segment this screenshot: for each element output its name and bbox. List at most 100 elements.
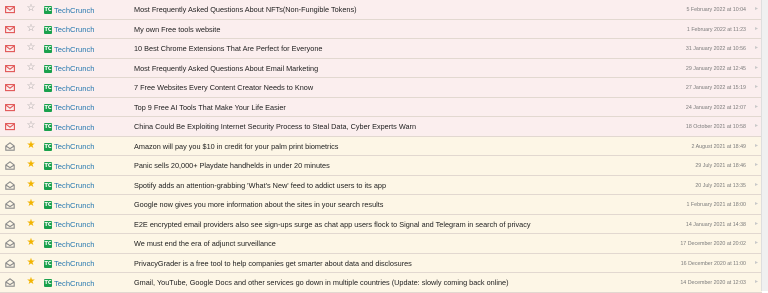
article-title[interactable]: Most Frequently Asked Questions About NF… <box>134 4 357 16</box>
feed-name[interactable]: TechCrunch <box>54 279 95 288</box>
envelope-icon[interactable] <box>5 103 15 112</box>
feed-name[interactable]: TechCrunch <box>54 240 95 249</box>
feed-name[interactable]: TechCrunch <box>54 45 95 54</box>
envelope-icon[interactable] <box>5 44 15 53</box>
feed-link[interactable]: TC TechCrunch <box>44 258 95 270</box>
open-envelope-icon[interactable] <box>5 141 15 151</box>
feed-link[interactable]: TC TechCrunch <box>44 238 95 250</box>
feed-name[interactable]: TechCrunch <box>54 84 95 93</box>
feed-link[interactable]: TC TechCrunch <box>44 43 95 55</box>
article-row[interactable]: ☆ TC TechCrunch China Could Be Exploiting I… <box>0 117 762 137</box>
article-title[interactable]: 10 Best Chrome Extensions That Are Perfe… <box>134 43 322 55</box>
star-filled-icon[interactable]: ★ <box>26 198 36 210</box>
star-outline-icon[interactable]: ☆ <box>26 101 36 113</box>
article-row[interactable]: ☆ TC TechCrunch 7 Free Websites Every Conte… <box>0 78 762 98</box>
article-row[interactable]: ☆ TC TechCrunch My own Free tools website 1 … <box>0 19 762 39</box>
star-outline-icon[interactable]: ☆ <box>26 120 36 132</box>
article-row[interactable]: ★ TC TechCrunch Google now gives you more i… <box>0 195 762 215</box>
open-envelope-icon[interactable] <box>5 239 15 248</box>
article-title[interactable]: Most Frequently Asked Questions About Em… <box>134 63 318 75</box>
star-filled-icon[interactable]: ★ <box>26 159 36 171</box>
article-row[interactable]: ★ TC TechCrunch Panic sells 20,000+ Playdat… <box>0 156 762 176</box>
techcrunch-logo-icon: TC <box>44 162 52 170</box>
feed-link[interactable]: TC TechCrunch <box>44 82 95 94</box>
row-handle-icon: ▸ <box>755 45 759 51</box>
feed-link[interactable]: TC TechCrunch <box>44 24 95 36</box>
feed-link[interactable]: TC TechCrunch <box>44 141 95 153</box>
open-envelope-icon[interactable] <box>5 200 15 209</box>
open-envelope-icon[interactable] <box>5 278 15 287</box>
feed-link[interactable]: TC TechCrunch <box>44 121 95 133</box>
article-date: 16 December 2020 at 11:00 <box>680 260 746 267</box>
scrollbar[interactable] <box>761 0 768 291</box>
feed-link[interactable]: TC TechCrunch <box>44 277 95 289</box>
feed-name[interactable]: TechCrunch <box>54 25 95 34</box>
article-title[interactable]: China Could Be Exploiting Internet Secur… <box>134 121 416 133</box>
article-row[interactable]: ★ TC TechCrunch We must end the era of adju… <box>0 234 762 254</box>
article-title[interactable]: Gmail, YouTube, Google Docs and other se… <box>134 277 509 289</box>
envelope-icon[interactable] <box>5 5 15 14</box>
open-envelope-icon[interactable] <box>5 161 15 170</box>
article-title[interactable]: Google now gives you more information ab… <box>134 199 383 211</box>
article-title[interactable]: 7 Free Websites Every Content Creator Ne… <box>134 82 313 94</box>
open-envelope-icon[interactable] <box>5 219 15 229</box>
article-title[interactable]: My own Free tools website <box>134 24 220 36</box>
feed-link[interactable]: TC TechCrunch <box>44 219 95 231</box>
feed-name[interactable]: TechCrunch <box>54 259 95 268</box>
feed-name[interactable]: TechCrunch <box>54 181 95 190</box>
article-title[interactable]: E2E encrypted email providers also see s… <box>134 219 531 231</box>
article-row[interactable]: ☆ TC TechCrunch Most Frequently Asked Quest… <box>0 58 762 78</box>
feed-name[interactable]: TechCrunch <box>54 220 95 229</box>
article-title[interactable]: Panic sells 20,000+ Playdate handhelds i… <box>134 160 330 172</box>
star-filled-icon[interactable]: ★ <box>26 257 36 269</box>
article-row[interactable]: ★ TC TechCrunch E2E encrypted email provide… <box>0 214 762 234</box>
row-handle-icon: ▸ <box>755 142 759 149</box>
envelope-icon[interactable] <box>5 83 15 92</box>
star-outline-icon[interactable]: ☆ <box>26 62 36 74</box>
feed-link[interactable]: TC TechCrunch <box>44 4 95 16</box>
feed-link[interactable]: TC TechCrunch <box>44 63 95 75</box>
envelope-icon[interactable] <box>5 64 15 73</box>
open-envelope-icon[interactable] <box>5 258 15 268</box>
star-outline-icon[interactable]: ☆ <box>26 3 36 15</box>
feed-name[interactable]: TechCrunch <box>54 123 95 132</box>
article-row[interactable]: ★ TC TechCrunch Amazon will pay you $10 in … <box>0 136 762 156</box>
envelope-icon[interactable] <box>5 122 15 131</box>
article-row[interactable]: ☆ TC TechCrunch 10 Best Chrome Extensions T… <box>0 39 762 59</box>
article-row[interactable]: ☆ TC TechCrunch Top 9 Free AI Tools That Ma… <box>0 97 762 117</box>
article-row[interactable]: ☆ TC TechCrunch Most Frequently Asked Quest… <box>0 0 762 20</box>
techcrunch-logo-icon: TC <box>44 6 52 14</box>
techcrunch-logo-icon: TC <box>44 201 52 209</box>
article-row[interactable]: ★ TC TechCrunch Gmail, YouTube, Google Docs… <box>0 273 762 293</box>
feed-name[interactable]: TechCrunch <box>54 201 95 210</box>
techcrunch-logo-icon: TC <box>44 142 52 151</box>
row-handle-icon: ▸ <box>755 201 759 207</box>
feed-link[interactable]: TC TechCrunch <box>44 199 95 211</box>
star-filled-icon[interactable]: ★ <box>26 276 36 288</box>
article-title[interactable]: Amazon will pay you $10 in credit for yo… <box>134 141 338 153</box>
star-filled-icon[interactable]: ★ <box>26 237 36 249</box>
feed-name[interactable]: TechCrunch <box>54 103 95 112</box>
article-title[interactable]: PrivacyGrader is a free tool to help com… <box>134 258 412 270</box>
feed-name[interactable]: TechCrunch <box>54 142 95 151</box>
star-outline-icon[interactable]: ☆ <box>26 81 36 93</box>
article-title[interactable]: Spotify adds an attention-grabbing 'What… <box>134 180 386 192</box>
article-title[interactable]: We must end the era of adjunct surveilla… <box>134 238 276 250</box>
star-filled-icon[interactable]: ★ <box>26 179 36 191</box>
feed-name[interactable]: TechCrunch <box>54 162 95 171</box>
article-date: 14 December 2020 at 12:03 <box>680 280 746 286</box>
star-outline-icon[interactable]: ☆ <box>26 23 36 35</box>
envelope-icon[interactable] <box>5 25 15 34</box>
feed-name[interactable]: TechCrunch <box>54 6 95 15</box>
article-row[interactable]: ★ TC TechCrunch Spotify adds an attention-g… <box>0 175 762 195</box>
star-filled-icon[interactable]: ★ <box>26 218 36 230</box>
star-outline-icon[interactable]: ☆ <box>26 42 36 54</box>
open-envelope-icon[interactable] <box>5 180 15 190</box>
article-row[interactable]: ★ TC TechCrunch PrivacyGrader is a free too… <box>0 253 762 273</box>
article-title[interactable]: Top 9 Free AI Tools That Make Your Life … <box>134 102 286 114</box>
star-filled-icon[interactable]: ★ <box>26 140 36 152</box>
feed-name[interactable]: TechCrunch <box>54 64 95 73</box>
feed-link[interactable]: TC TechCrunch <box>44 180 95 192</box>
feed-link[interactable]: TC TechCrunch <box>44 160 95 172</box>
feed-link[interactable]: TC TechCrunch <box>44 102 95 114</box>
